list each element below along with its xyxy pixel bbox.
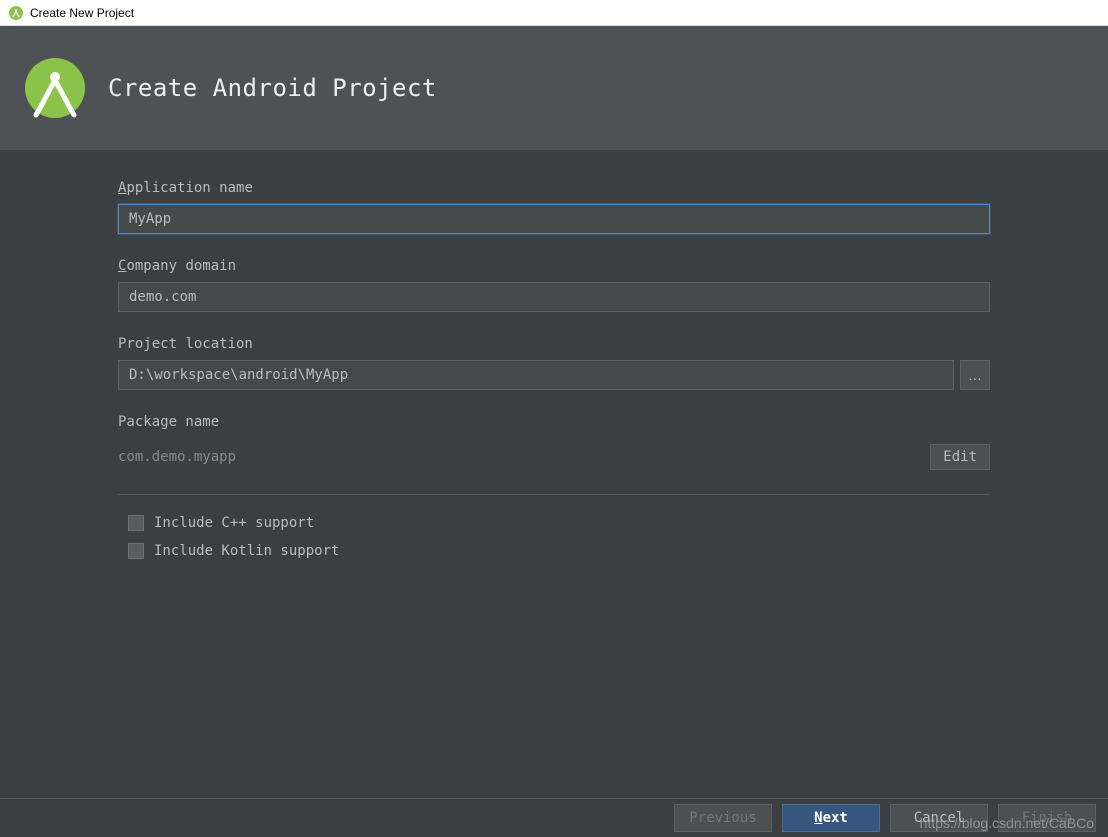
application-name-input[interactable] (118, 204, 990, 234)
company-domain-input[interactable] (118, 282, 990, 312)
application-name-group: Application name (118, 180, 990, 234)
include-kotlin-label[interactable]: Include Kotlin support (154, 543, 339, 559)
divider (118, 494, 990, 495)
include-kotlin-checkbox[interactable] (128, 543, 144, 559)
page-title: Create Android Project (108, 74, 437, 102)
form-content: Application name Company domain Project … (0, 150, 1108, 798)
package-name-group: Package name com.demo.myapp Edit (118, 414, 990, 470)
include-cpp-label[interactable]: Include C++ support (154, 515, 314, 531)
project-location-group: Project location … (118, 336, 990, 390)
project-location-label: Project location (118, 336, 990, 352)
package-name-value: com.demo.myapp (118, 449, 236, 465)
include-cpp-checkbox[interactable] (128, 515, 144, 531)
dialog-footer: Previous Next Cancel Finish (0, 798, 1108, 837)
android-studio-icon (8, 5, 24, 21)
company-domain-group: Company domain (118, 258, 990, 312)
application-name-label: Application name (118, 180, 990, 196)
include-cpp-row: Include C++ support (118, 515, 990, 531)
next-button[interactable]: Next (782, 804, 880, 832)
edit-package-button[interactable]: Edit (930, 444, 990, 470)
previous-button[interactable]: Previous (674, 804, 772, 832)
cancel-button[interactable]: Cancel (890, 804, 988, 832)
company-domain-label: Company domain (118, 258, 990, 274)
titlebar: Create New Project (0, 0, 1108, 26)
include-kotlin-row: Include Kotlin support (118, 543, 990, 559)
project-location-input[interactable] (118, 360, 954, 390)
finish-button[interactable]: Finish (998, 804, 1096, 832)
package-name-label: Package name (118, 414, 990, 430)
browse-location-button[interactable]: … (960, 360, 990, 390)
dialog-header: Create Android Project (0, 26, 1108, 150)
window-title: Create New Project (30, 6, 134, 20)
android-studio-large-icon (20, 53, 90, 123)
